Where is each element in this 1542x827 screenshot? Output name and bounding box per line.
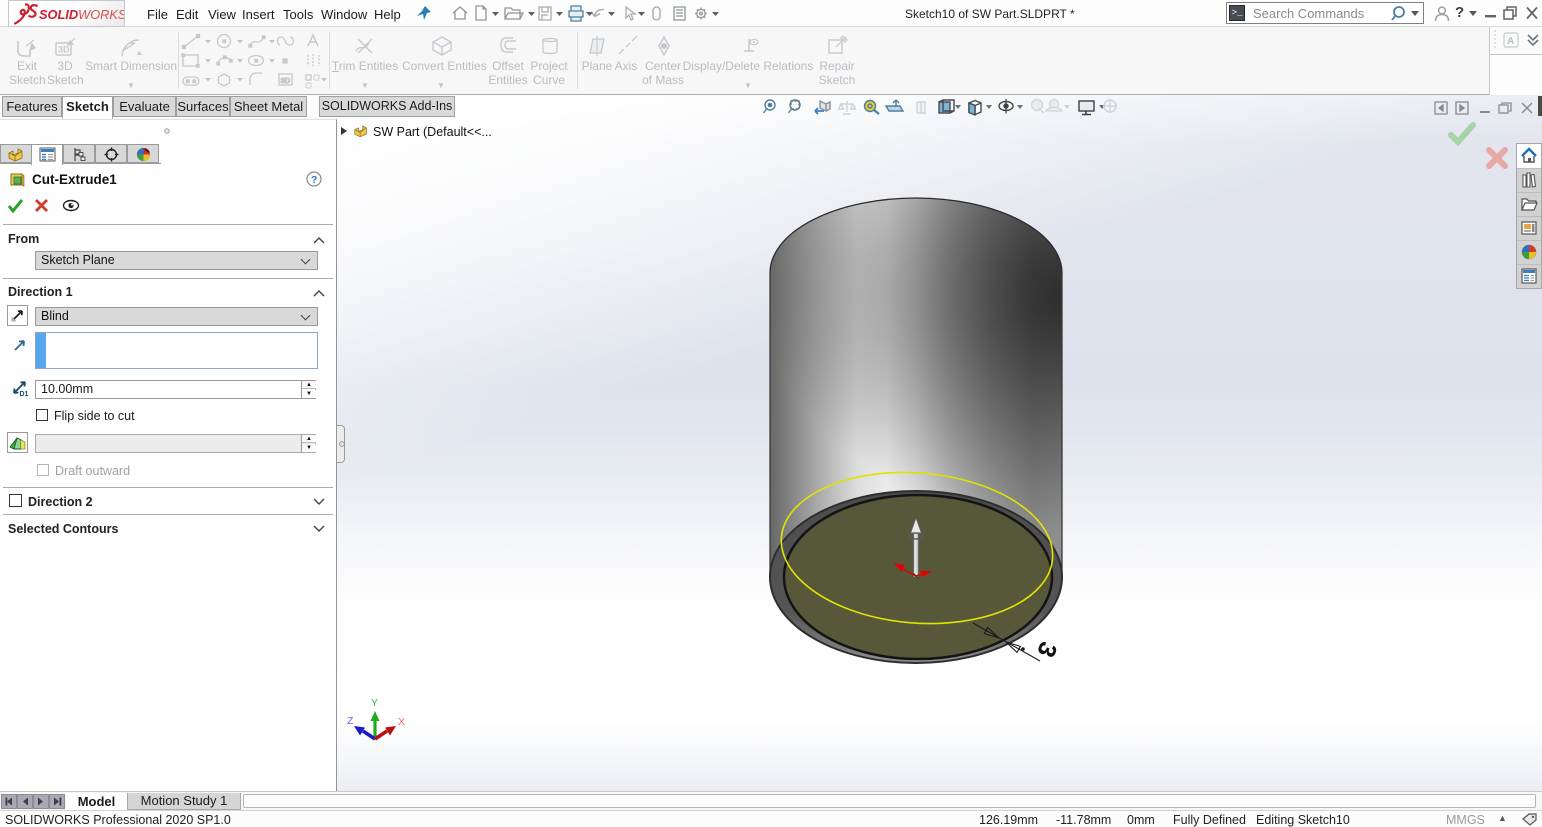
svg-text:3D: 3D <box>281 76 291 85</box>
svg-text:3D: 3D <box>58 45 70 55</box>
svg-text:X: X <box>398 716 405 728</box>
svg-text:D1: D1 <box>20 391 29 398</box>
svg-text:Z: Z <box>347 715 354 727</box>
svg-text:3: 3 <box>1031 638 1062 661</box>
svg-text:Y: Y <box>371 697 378 709</box>
svg-text:?: ? <box>311 174 317 186</box>
svg-text:SOLIDWORKS: SOLIDWORKS <box>39 7 124 22</box>
svg-text:A: A <box>1507 36 1514 47</box>
